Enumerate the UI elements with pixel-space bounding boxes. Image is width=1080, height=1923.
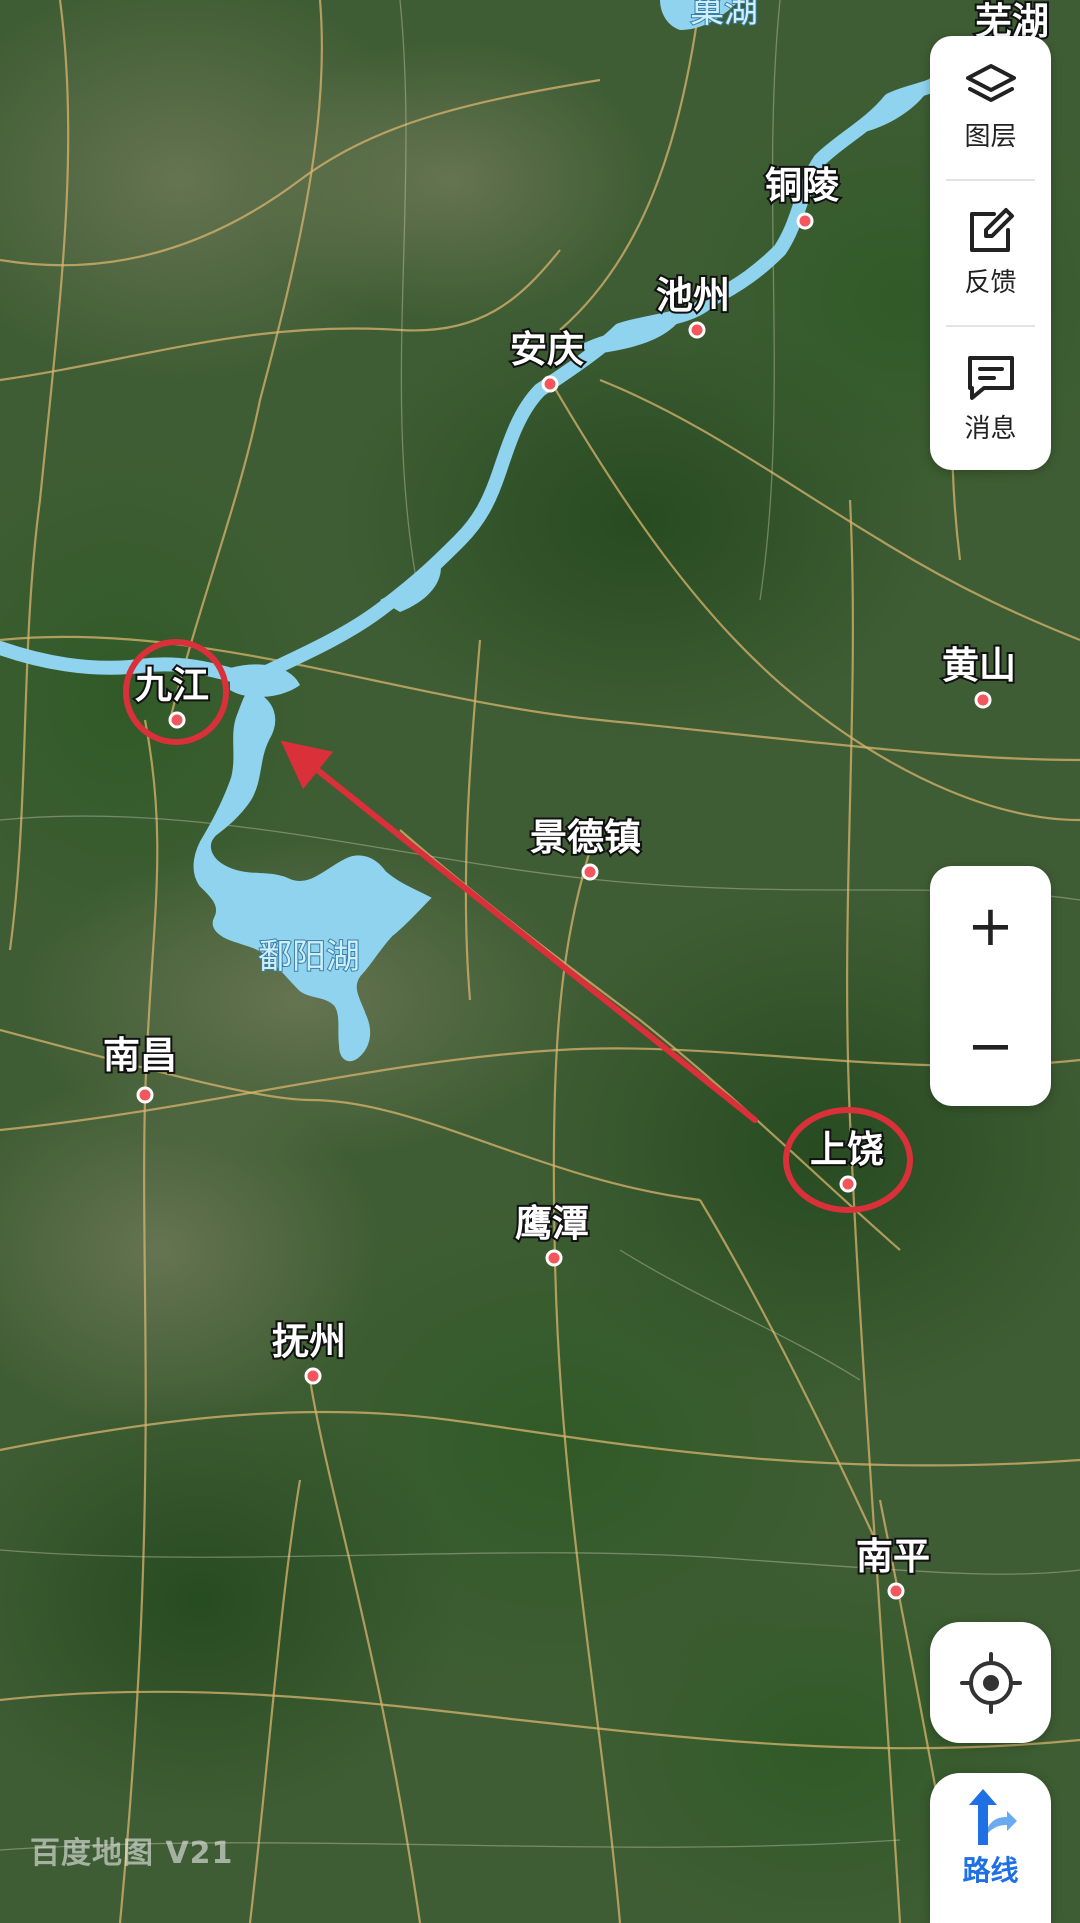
zoom-out-button[interactable]: − — [930, 986, 1051, 1106]
city-dot-chizhou — [688, 321, 706, 339]
layers-label: 图层 — [964, 122, 1017, 153]
locate-icon — [959, 1651, 1022, 1714]
city-dot-jingdezhen — [581, 863, 599, 881]
city-dot-nanping — [887, 1582, 905, 1600]
map-tools-panel: 图层 反馈 消息 — [930, 36, 1051, 470]
city-label-jiujiang: 九江 — [135, 664, 209, 707]
messages-button[interactable]: 消息 — [946, 324, 1035, 470]
messages-label: 消息 — [964, 413, 1017, 444]
city-label-anqing: 安庆 — [510, 328, 584, 371]
city-dot-anqing — [541, 375, 559, 393]
layers-button[interactable]: 图层 — [930, 36, 1051, 179]
city-label-yingtan: 鹰潭 — [515, 1202, 589, 1245]
city-dot-jiujiang — [168, 711, 186, 729]
city-label-tongling: 铜陵 — [765, 164, 840, 207]
map-watermark: 百度地图 V21 — [30, 1836, 234, 1871]
city-label-fuzhou: 抚州 — [272, 1320, 346, 1363]
city-label-nanping: 南平 — [856, 1535, 930, 1578]
satellite-map[interactable]: 芜湖 铜陵 池州 安庆 九江 黄山 景德镇 南昌 上饶 鹰潭 抚州 南平 巢湖 … — [0, 0, 1080, 1923]
city-label-nanchang: 南昌 — [103, 1034, 177, 1077]
layers-icon — [965, 64, 1016, 103]
message-icon — [967, 355, 1014, 400]
city-dot-yingtan — [545, 1249, 563, 1267]
feedback-label: 反馈 — [964, 268, 1017, 299]
city-label-shangrao: 上饶 — [810, 1128, 884, 1171]
city-dot-fuzhou — [304, 1367, 322, 1385]
terrain-texture — [0, 0, 1080, 1923]
city-label-huangshan: 黄山 — [942, 644, 1016, 687]
lake-label-chaohu: 巢湖 — [690, 0, 758, 31]
feedback-icon — [969, 208, 1014, 253]
route-label: 路线 — [962, 1854, 1019, 1887]
zoom-in-button[interactable]: + — [930, 866, 1051, 986]
feedback-button[interactable]: 反馈 — [946, 179, 1035, 324]
route-icon — [968, 1789, 1017, 1845]
zoom-controls: + − — [930, 866, 1051, 1106]
city-label-chizhou: 池州 — [656, 274, 730, 317]
city-dot-nanchang — [136, 1086, 154, 1104]
city-dot-shangrao — [839, 1175, 857, 1193]
city-dot-tongling — [796, 212, 814, 230]
route-button[interactable]: 路线 — [930, 1773, 1051, 1923]
locate-button[interactable] — [930, 1622, 1051, 1743]
city-label-jingdezhen: 景德镇 — [530, 816, 641, 859]
city-dot-huangshan — [974, 691, 992, 709]
lake-label-poyang: 鄱阳湖 — [258, 937, 360, 977]
